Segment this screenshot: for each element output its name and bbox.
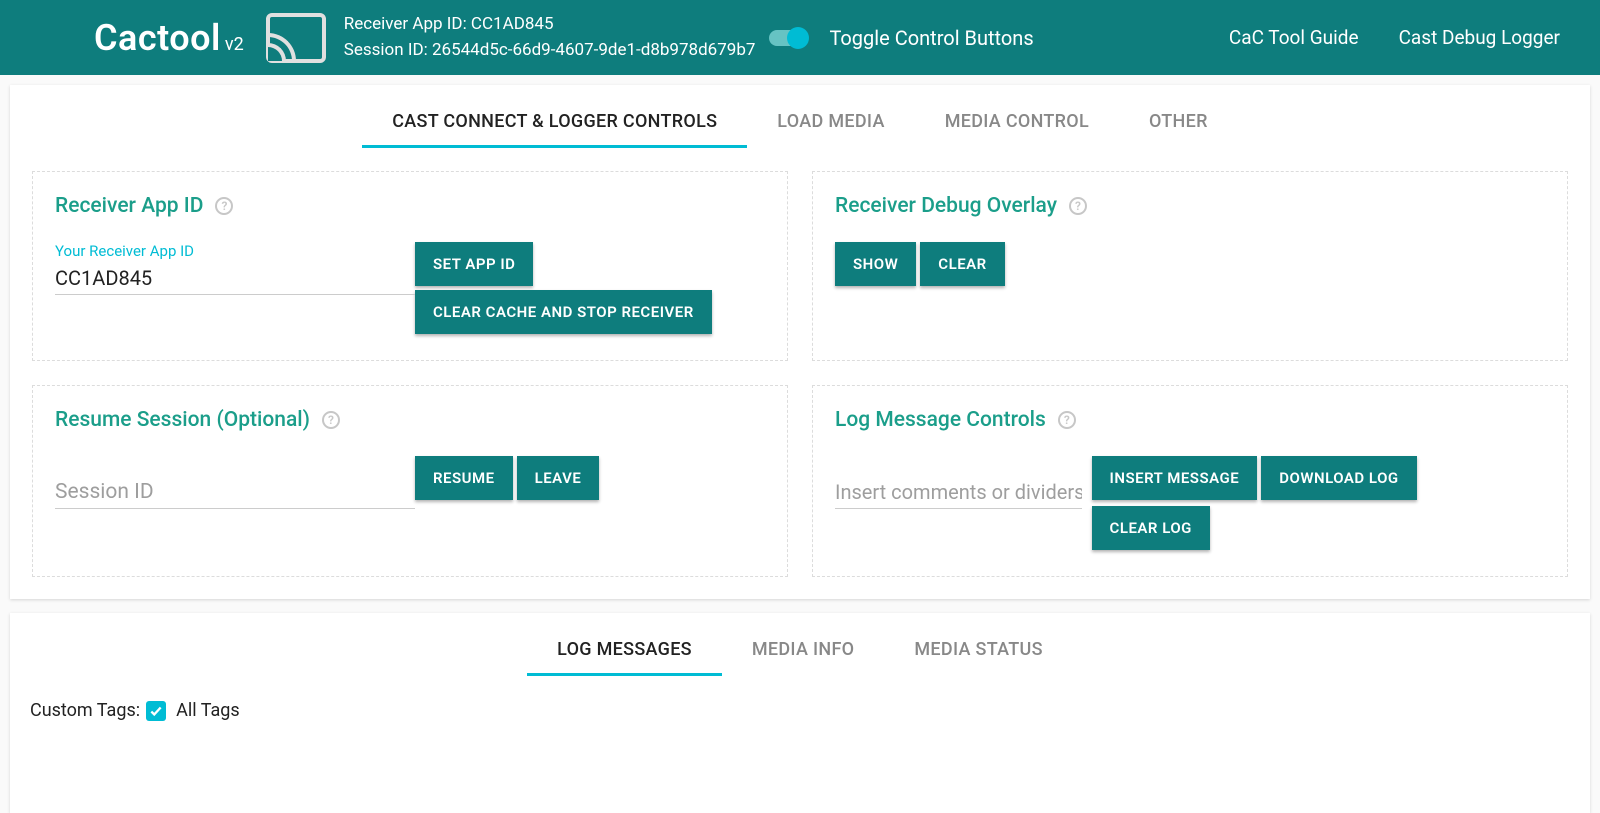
all-tags-checkbox[interactable] <box>146 701 166 721</box>
main-tabs: CAST CONNECT & LOGGER CONTROLS LOAD MEDI… <box>10 85 1590 149</box>
toggle-label: Toggle Control Buttons <box>829 26 1033 50</box>
panel-title-text: Log Message Controls <box>835 408 1046 432</box>
tab-load-media[interactable]: LOAD MEDIA <box>747 89 914 148</box>
log-tabs: LOG MESSAGES MEDIA INFO MEDIA STATUS <box>10 613 1590 676</box>
brand: Cactool v2 <box>94 17 244 59</box>
log-card: LOG MESSAGES MEDIA INFO MEDIA STATUS Cus… <box>10 613 1590 813</box>
brand-version: v2 <box>225 34 244 55</box>
cac-tool-guide-link[interactable]: CaC Tool Guide <box>1229 26 1359 49</box>
help-icon[interactable]: ? <box>1058 411 1076 429</box>
help-icon[interactable]: ? <box>322 411 340 429</box>
set-app-id-button[interactable]: SET APP ID <box>415 242 533 286</box>
custom-tags-row: Custom Tags: All Tags <box>10 676 1590 745</box>
all-tags-label: All Tags <box>176 700 240 721</box>
panel-title: Log Message Controls ? <box>835 408 1545 432</box>
clear-cache-button[interactable]: CLEAR CACHE AND STOP RECEIVER <box>415 290 712 334</box>
custom-tags-label: Custom Tags: <box>30 700 140 721</box>
brand-name: Cactool <box>94 17 221 59</box>
app-header: Cactool v2 Receiver App ID: CC1AD845 Ses… <box>0 0 1600 75</box>
panel-title: Receiver App ID ? <box>55 194 765 218</box>
resume-button[interactable]: RESUME <box>415 456 513 500</box>
log-comment-field <box>835 456 1082 509</box>
help-icon[interactable]: ? <box>1069 197 1087 215</box>
tab-log-messages[interactable]: LOG MESSAGES <box>527 617 722 676</box>
help-icon[interactable]: ? <box>215 197 233 215</box>
download-log-button[interactable]: DOWNLOAD LOG <box>1261 456 1416 500</box>
insert-message-button[interactable]: INSERT MESSAGE <box>1092 456 1258 500</box>
leave-button[interactable]: LEAVE <box>517 456 600 500</box>
cast-icon[interactable] <box>266 13 326 63</box>
main-card: CAST CONNECT & LOGGER CONTROLS LOAD MEDI… <box>10 85 1590 599</box>
panel-receiver-app-id: Receiver App ID ? Your Receiver App ID S… <box>32 171 788 361</box>
panel-resume-session: Resume Session (Optional) ? RESUME LEAVE <box>32 385 788 577</box>
tab-cast-connect[interactable]: CAST CONNECT & LOGGER CONTROLS <box>362 89 747 148</box>
show-overlay-button[interactable]: SHOW <box>835 242 916 286</box>
panel-title-text: Receiver Debug Overlay <box>835 194 1057 218</box>
panel-grid: Receiver App ID ? Your Receiver App ID S… <box>10 149 1590 599</box>
field-label: Your Receiver App ID <box>55 242 415 260</box>
session-id-input[interactable] <box>55 456 415 509</box>
clear-log-button[interactable]: CLEAR LOG <box>1092 506 1210 550</box>
tab-other[interactable]: OTHER <box>1119 89 1238 148</box>
panel-title: Receiver Debug Overlay ? <box>835 194 1545 218</box>
receiver-app-id-field: Your Receiver App ID <box>55 242 415 295</box>
checkmark-icon <box>149 704 163 718</box>
toggle-switch[interactable] <box>769 30 807 46</box>
receiver-app-id-label: Receiver App ID: CC1AD845 <box>344 12 756 38</box>
receiver-app-id-input[interactable] <box>55 262 415 295</box>
log-comment-input[interactable] <box>835 456 1082 509</box>
panel-title-text: Resume Session (Optional) <box>55 408 310 432</box>
session-id-field <box>55 456 415 509</box>
tab-media-control[interactable]: MEDIA CONTROL <box>915 89 1119 148</box>
tab-media-info[interactable]: MEDIA INFO <box>722 617 885 676</box>
cast-debug-logger-link[interactable]: Cast Debug Logger <box>1399 26 1560 49</box>
clear-overlay-button[interactable]: CLEAR <box>920 242 1004 286</box>
session-meta: Receiver App ID: CC1AD845 Session ID: 26… <box>344 12 756 63</box>
session-id-label: Session ID: 26544d5c-66d9-4607-9de1-d8b9… <box>344 38 756 64</box>
tab-media-status[interactable]: MEDIA STATUS <box>884 617 1072 676</box>
panel-title-text: Receiver App ID <box>55 194 203 218</box>
toggle-control-buttons: Toggle Control Buttons <box>769 26 1033 50</box>
panel-debug-overlay: Receiver Debug Overlay ? SHOW CLEAR <box>812 171 1568 361</box>
panel-title: Resume Session (Optional) ? <box>55 408 765 432</box>
app-id-buttons: SET APP ID CLEAR CACHE AND STOP RECEIVER <box>415 242 716 338</box>
panel-log-controls: Log Message Controls ? INSERT MESSAGE DO… <box>812 385 1568 577</box>
